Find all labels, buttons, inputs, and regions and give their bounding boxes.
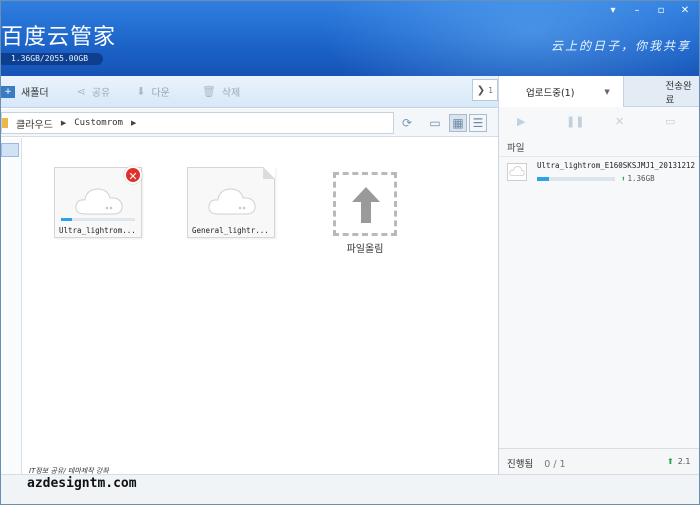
breadcrumb-current[interactable]: Customrom (74, 118, 123, 128)
app-slogan: 云上的日子，你我共享 (550, 39, 691, 53)
watermark: IT정보 공유/ 테마제작 강좌 azdesigntm.com (23, 466, 143, 500)
storage-usage: 1.36GB/2055.00GB (1, 53, 103, 65)
upload-dropzone[interactable] (333, 172, 397, 236)
transfer-size: ⬆ 1.36GB (621, 174, 655, 183)
transfer-controls: ▶ ❚❚ ✕ ▭ (499, 108, 699, 136)
transfer-progress-summary: 진행됨 0 / 1 (507, 456, 566, 470)
upload-arrow-icon: ⬆ (667, 457, 674, 466)
transfer-status: 진행됨 0 / 1 ⬆ 2.1 (499, 448, 699, 474)
new-folder-label: 새폴더 (21, 88, 49, 99)
panel-toggle-count: 1 (488, 85, 494, 95)
clear-list-icon[interactable]: ▭ (665, 115, 675, 128)
share-label: 공유 (91, 88, 111, 99)
transfer-size-value: 1.36GB (627, 174, 655, 183)
app-window: 百度云管家 1.36GB/2055.00GB 云上的日子，你我共享 ▾ – ▫ … (0, 0, 700, 505)
file-name: Ultra_lightrom... (59, 226, 136, 235)
file-area: Ultra_lightrom... ✕ General_lightr... 파일… (1, 138, 498, 474)
watermark-site: azdesigntm.com (27, 476, 137, 491)
new-folder-button[interactable]: + 새폴더 (1, 76, 59, 108)
cloud-file-icon (75, 188, 123, 215)
left-nav (1, 138, 22, 474)
tab-uploading[interactable]: 업로드중(1) ▼ (499, 76, 624, 107)
breadcrumb[interactable]: 클라우드 ▶ Customrom ▶ (1, 112, 394, 134)
file-item[interactable]: General_lightr... (187, 167, 275, 238)
progress-label: 진행됨 (507, 459, 534, 470)
upload-speed-value: 2.1 (677, 457, 691, 466)
close-icon[interactable]: ✕ (677, 5, 693, 17)
toolbar: + 새폴더 ⋖ 공유 ⬇ 다운 🗑 삭제 ❯ 1 (1, 76, 498, 108)
transfer-file-name: Ultra_lightrom_E160SKSJMJ1_20131212 (537, 161, 696, 170)
upload-label[interactable]: 파일올림 (333, 240, 397, 255)
error-icon[interactable]: ✕ (124, 166, 142, 184)
tab-uploading-label: 업로드중(1) (526, 87, 575, 99)
download-label: 다운 (151, 88, 170, 99)
pause-icon[interactable]: ❚❚ (566, 115, 584, 128)
restore-icon[interactable]: ▫ (653, 5, 669, 17)
file-progress-bar (61, 218, 135, 221)
upload-arrow-icon: ⬆ (621, 174, 626, 183)
tab-complete-label: 전송완료 (665, 80, 692, 106)
list-view-icon[interactable]: ☰ (469, 114, 487, 132)
list-header: 파일 (507, 143, 525, 154)
app-title: 百度云管家 (1, 25, 117, 50)
download-icon: ⬇ (136, 85, 146, 98)
window-controls: ▾ – ▫ ✕ (605, 5, 693, 17)
breadcrumb-arrow-icon[interactable]: ▶ (131, 119, 136, 127)
play-icon[interactable]: ▶ (517, 115, 525, 128)
file-name: General_lightr... (192, 226, 269, 235)
minimize-icon[interactable]: – (629, 5, 645, 17)
cloud-file-icon (507, 163, 527, 181)
transfer-panel: 업로드중(1) ▼ 전송완료 ▶ ❚❚ ✕ ▭ 파일 Ultra_lightro… (498, 76, 699, 474)
chevron-down-icon[interactable]: ▼ (604, 88, 609, 96)
breadcrumb-root[interactable]: 클라우드 (16, 116, 53, 131)
transfer-progress-bar (537, 177, 615, 181)
tab-complete[interactable]: 전송완료 (624, 76, 699, 107)
delete-label: 삭제 (221, 88, 241, 99)
breadcrumb-arrow-icon[interactable]: ▶ (61, 119, 66, 127)
progress-count: 0 / 1 (544, 459, 566, 470)
upload-arrow-icon (352, 187, 380, 223)
upload-speed: ⬆ 2.1 (667, 457, 690, 466)
title-bar: 百度云管家 1.36GB/2055.00GB 云上的日子，你我共享 ▾ – ▫ … (1, 1, 699, 76)
refresh-icon[interactable]: ⟳ (398, 114, 416, 132)
nav-item-selected[interactable] (1, 143, 19, 157)
path-bar: 클라우드 ▶ Customrom ▶ ⟳ ▭ ▦ ☰ (1, 109, 498, 137)
delete-button[interactable]: 🗑 삭제 (192, 76, 250, 108)
trash-icon: 🗑 (201, 85, 216, 98)
share-icon: ⋖ (76, 85, 86, 98)
share-button[interactable]: ⋖ 공유 (67, 76, 121, 108)
chevron-right-icon: ❯ (476, 84, 486, 96)
watermark-tagline: IT정보 공유/ 테마제작 강좌 (29, 467, 109, 475)
new-folder-icon: + (1, 85, 15, 98)
folder-icon (2, 118, 8, 128)
cloud-file-icon (208, 188, 256, 215)
menu-dropdown-icon[interactable]: ▾ (605, 5, 621, 17)
cancel-icon[interactable]: ✕ (615, 115, 624, 128)
single-view-icon[interactable]: ▭ (426, 114, 444, 132)
panel-toggle-button[interactable]: ❯ 1 (472, 79, 498, 101)
page-fold-icon (263, 167, 275, 179)
file-item[interactable]: Ultra_lightrom... ✕ (54, 166, 142, 238)
transfer-tabs: 업로드중(1) ▼ 전송완료 (499, 76, 699, 107)
grid-view-icon[interactable]: ▦ (449, 114, 467, 132)
list-item[interactable]: Ultra_lightrom_E160SKSJMJ1_20131212 ⬆ 1.3… (499, 156, 699, 188)
download-button[interactable]: ⬇ 다운 (126, 76, 180, 108)
